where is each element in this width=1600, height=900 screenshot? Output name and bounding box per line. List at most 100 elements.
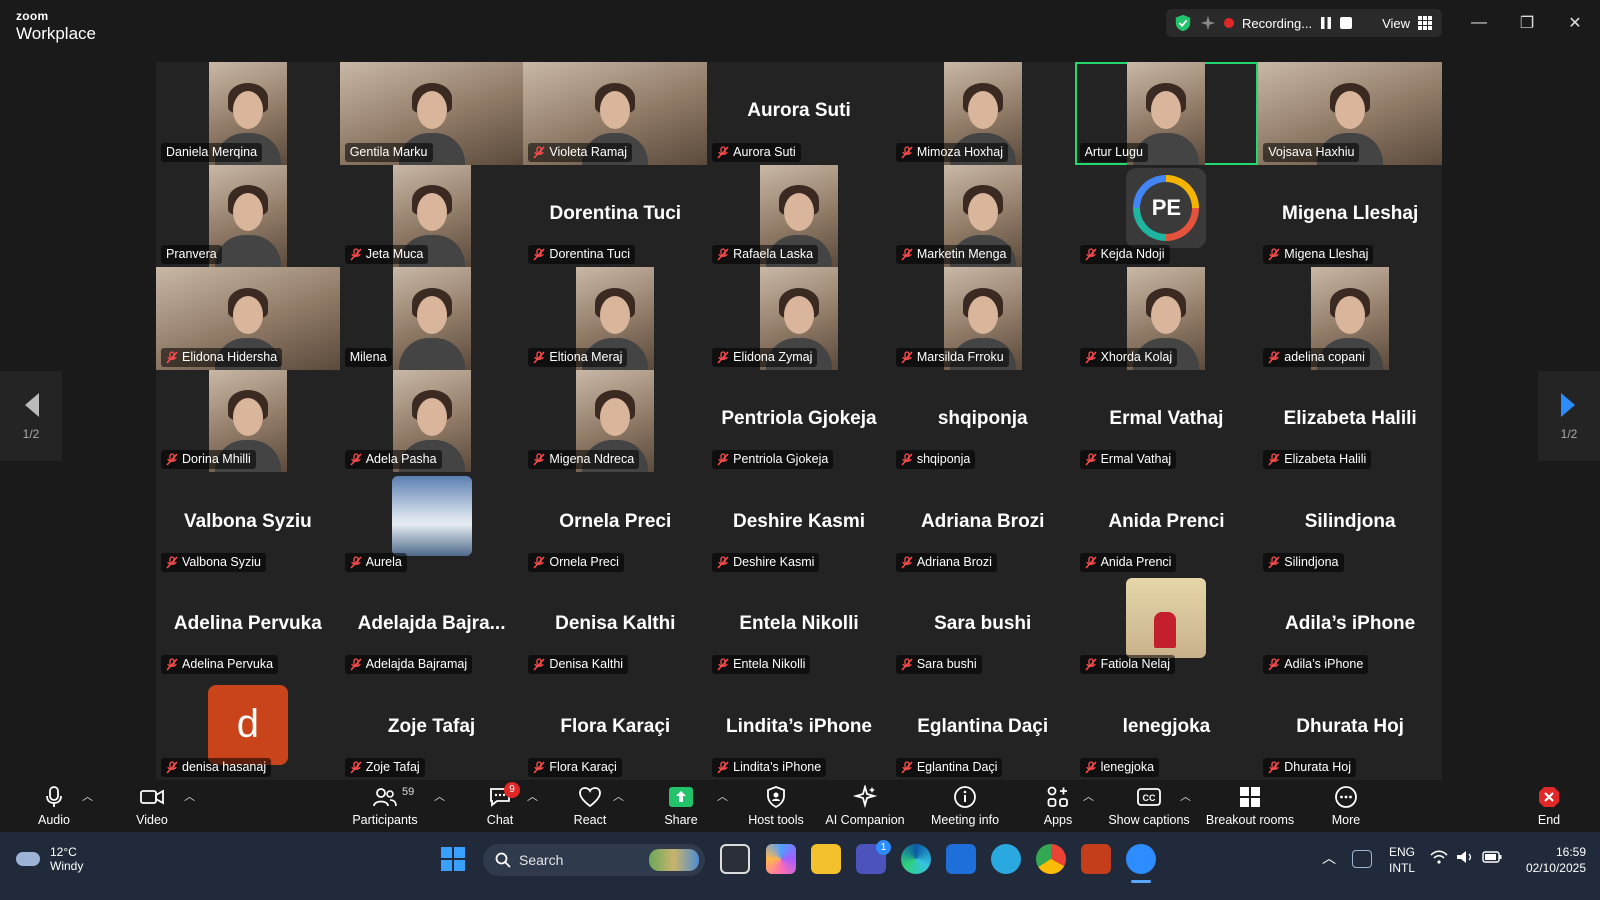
network-status-icon[interactable] [1352, 850, 1372, 868]
participant-tile[interactable]: Flora Karaçi Flora Karaçi [523, 677, 708, 780]
view-label[interactable]: View [1382, 16, 1410, 31]
participant-tile[interactable]: Daniela Merqina [156, 62, 340, 165]
stop-recording-icon[interactable] [1340, 17, 1353, 29]
microsoft-store-icon[interactable] [946, 844, 976, 874]
participant-tile[interactable]: Elidona Zymaj [707, 267, 891, 370]
participant-tile[interactable]: Artur Lugu [1074, 62, 1259, 165]
wifi-icon[interactable] [1430, 850, 1448, 864]
participant-tile[interactable]: Lindita’s iPhone Lindita’s iPhone [707, 677, 891, 780]
tray-overflow-chevron-icon[interactable]: ︿ [1322, 848, 1336, 868]
apps-button[interactable]: Apps [1040, 780, 1076, 832]
participant-tile[interactable]: Pentriola Gjokeja Pentriola Gjokeja [707, 369, 891, 473]
file-explorer-icon[interactable] [811, 844, 841, 874]
video-options-caret-icon[interactable]: ︿ [184, 788, 195, 804]
telegram-icon[interactable] [991, 844, 1021, 874]
participant-tile[interactable]: Dorentina Tuci Dorentina Tuci [523, 164, 708, 268]
ai-companion-button[interactable]: AI Companion [822, 780, 908, 832]
language-indicator[interactable]: ENG INTL [1384, 844, 1420, 876]
participant-tile[interactable]: Adela Pasha [339, 369, 524, 473]
apps-options-caret-icon[interactable]: ︿ [1083, 788, 1094, 804]
participant-tile[interactable]: Adelajda Bajra... Adelajda Bajramaj [339, 574, 524, 678]
more-button[interactable]: More [1326, 780, 1366, 832]
participant-tile[interactable]: Eglantina Daçi Eglantina Daçi [890, 677, 1075, 780]
participant-tile[interactable]: Rafaela Laska [707, 164, 891, 268]
close-window-button[interactable]: ✕ [1558, 10, 1592, 36]
recording-label[interactable]: Recording... [1242, 16, 1312, 31]
volume-icon[interactable] [1456, 850, 1474, 864]
participant-tile[interactable]: PE Kejda Ndoji [1074, 164, 1259, 268]
clock[interactable]: 16:59 02/10/2025 [1510, 844, 1586, 876]
participant-tile[interactable]: Anida Prenci Anida Prenci [1074, 472, 1259, 575]
previous-page-button[interactable]: 1/2 [0, 371, 62, 461]
participant-tile[interactable]: Sara bushi Sara bushi [890, 574, 1075, 678]
react-options-caret-icon[interactable]: ︿ [613, 788, 624, 804]
audio-options-caret-icon[interactable]: ︿ [82, 788, 93, 804]
participant-tile[interactable]: Entela Nikolli Entela Nikolli [707, 574, 891, 678]
participant-tile[interactable]: Xhorda Kolaj [1074, 267, 1259, 370]
participant-tile[interactable]: shqiponja shqiponja [890, 369, 1075, 473]
participant-tile[interactable]: Milena [339, 267, 524, 370]
participant-tile[interactable]: Adila’s iPhone Adila’s iPhone [1258, 574, 1442, 678]
participant-tile[interactable]: Dorina Mhilli [156, 369, 340, 473]
participant-tile[interactable]: Denisa Kalthi Denisa Kalthi [523, 574, 708, 678]
participant-tile[interactable]: Ermal Vathaj Ermal Vathaj [1074, 369, 1259, 473]
task-view-icon[interactable] [720, 844, 750, 874]
participant-tile[interactable]: Jeta Muca [339, 164, 524, 268]
participant-tile[interactable]: Eltiona Meraj [523, 267, 708, 370]
participant-tile[interactable]: Migena Lleshaj Migena Lleshaj [1258, 164, 1442, 268]
taskbar-search-box[interactable]: Search [483, 844, 705, 876]
participants-options-caret-icon[interactable]: ︿ [434, 788, 445, 804]
participant-tile[interactable]: d denisa hasanaj [156, 677, 340, 780]
participant-tile[interactable]: Vojsava Haxhiu [1258, 62, 1442, 165]
battery-icon[interactable] [1482, 851, 1502, 863]
end-meeting-button[interactable]: End [1532, 780, 1566, 832]
maximize-button[interactable]: ❐ [1510, 10, 1544, 36]
participant-tile[interactable]: Fatiola Nelaj [1074, 574, 1259, 678]
breakout-rooms-button[interactable]: Breakout rooms [1202, 780, 1298, 832]
participant-tile[interactable]: Mimoza Hoxhaj [890, 62, 1075, 165]
copilot-icon[interactable] [766, 844, 796, 874]
participant-tile[interactable]: Ornela Preci Ornela Preci [523, 472, 708, 575]
participant-tile[interactable]: Marsilda Frroku [890, 267, 1075, 370]
video-button[interactable]: Video [130, 780, 174, 832]
react-button[interactable]: React [570, 780, 610, 832]
participant-tile[interactable]: adelina copani [1258, 267, 1442, 370]
ai-companion-status-icon[interactable] [1200, 15, 1216, 31]
captions-options-caret-icon[interactable]: ︿ [1180, 788, 1191, 804]
minimize-button[interactable]: — [1462, 10, 1496, 36]
audio-button[interactable]: Audio [34, 780, 74, 832]
weather-widget[interactable]: 12°C Windy [16, 845, 83, 873]
view-grid-icon[interactable] [1418, 16, 1433, 30]
next-page-button[interactable]: 1/2 [1538, 371, 1600, 461]
participant-name: Migena Ndreca [549, 452, 635, 467]
participant-tile[interactable]: Aurora Suti Aurora Suti [707, 62, 891, 165]
participant-tile[interactable]: Valbona Syziu Valbona Syziu [156, 472, 340, 575]
participant-tile[interactable]: Aurela [339, 472, 524, 575]
host-tools-button[interactable]: Host tools [745, 780, 807, 832]
participant-tile[interactable]: Migena Ndreca [523, 369, 708, 473]
participant-tile[interactable]: Gentila Marku [339, 62, 524, 165]
share-button[interactable]: Share [660, 780, 702, 832]
meeting-info-button[interactable]: Meeting info [926, 780, 1004, 832]
zoom-taskbar-icon[interactable] [1126, 844, 1156, 874]
participant-tile[interactable]: Marketin Menga [890, 164, 1075, 268]
participant-tile[interactable]: Elidona Hidersha [156, 267, 340, 370]
pause-recording-icon[interactable] [1320, 17, 1332, 29]
encryption-shield-icon[interactable] [1174, 14, 1192, 32]
participant-tile[interactable]: Pranvera [156, 164, 340, 268]
participant-tile[interactable]: Adriana Brozi Adriana Brozi [890, 472, 1075, 575]
chrome-icon[interactable] [1036, 844, 1066, 874]
share-options-caret-icon[interactable]: ︿ [717, 788, 728, 804]
participant-tile[interactable]: Deshire Kasmi Deshire Kasmi [707, 472, 891, 575]
participant-tile[interactable]: Silindjona Silindjona [1258, 472, 1442, 575]
windows-start-icon[interactable] [440, 846, 466, 872]
powerpoint-icon[interactable] [1081, 844, 1111, 874]
participant-tile[interactable]: lenegjoka lenegjoka [1074, 677, 1259, 780]
participant-tile[interactable]: Zoje Tafaj Zoje Tafaj [339, 677, 524, 780]
participant-tile[interactable]: Dhurata Hoj Dhurata Hoj [1258, 677, 1442, 780]
edge-browser-icon[interactable] [901, 844, 931, 874]
participant-tile[interactable]: Elizabeta Halili Elizabeta Halili [1258, 369, 1442, 473]
chat-options-caret-icon[interactable]: ︿ [527, 788, 538, 804]
participant-tile[interactable]: Violeta Ramaj [523, 62, 708, 165]
participant-tile[interactable]: Adelina Pervuka Adelina Pervuka [156, 574, 340, 678]
